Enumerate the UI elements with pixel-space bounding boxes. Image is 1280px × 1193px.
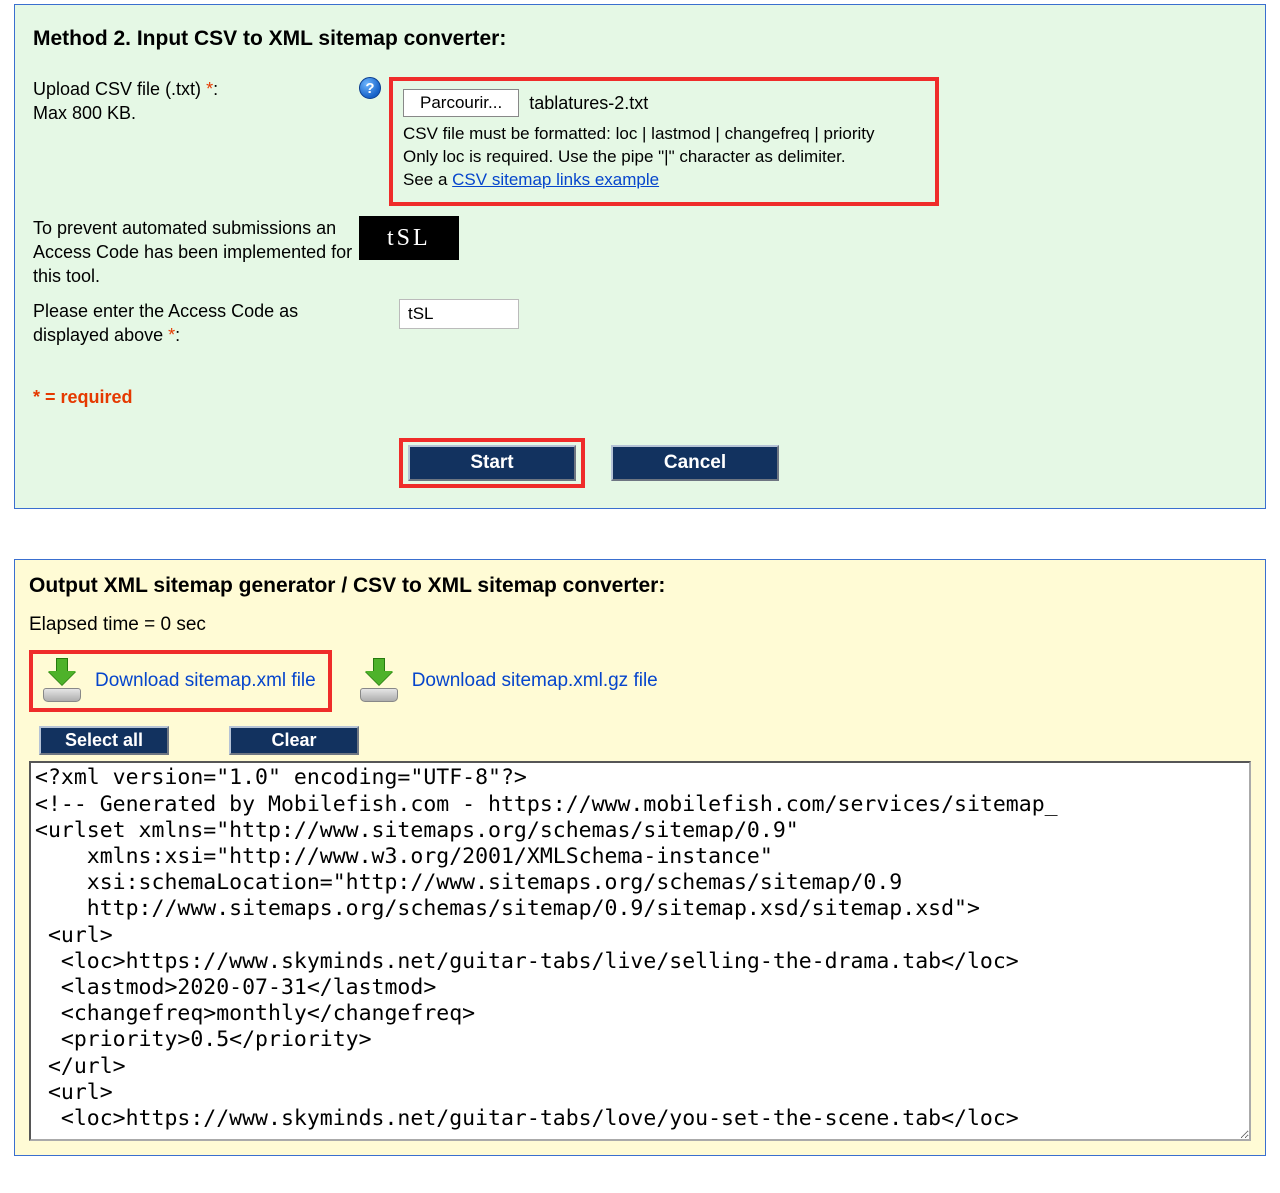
csv-example-link[interactable]: CSV sitemap links example xyxy=(452,170,659,189)
method2-panel: Method 2. Input CSV to XML sitemap conve… xyxy=(14,4,1266,509)
download-gz-link[interactable]: Download sitemap.xml.gz file xyxy=(412,670,658,692)
csv-hint: CSV file must be formatted: loc | lastmo… xyxy=(403,123,925,192)
hint-line2: Only loc is required. Use the pipe "|" c… xyxy=(403,147,846,166)
download-xml-highlight: Download sitemap.xml file xyxy=(29,650,332,712)
required-legend: * = required xyxy=(33,387,359,408)
access-code-label: Please enter the Access Code as displaye… xyxy=(33,299,359,348)
captcha-explain: To prevent automated submissions an Acce… xyxy=(33,216,359,289)
output-title: Output XML sitemap generator / CSV to XM… xyxy=(29,574,1251,598)
help-icon[interactable]: ? xyxy=(359,77,381,99)
upload-row: Upload CSV file (.txt) *: Max 800 KB. ? … xyxy=(33,77,1249,206)
hint-see-a: See a xyxy=(403,170,452,189)
output-panel: Output XML sitemap generator / CSV to XM… xyxy=(14,559,1266,1156)
clear-button[interactable]: Clear xyxy=(229,726,359,755)
access-code-input[interactable] xyxy=(399,299,519,329)
download-xml-link[interactable]: Download sitemap.xml file xyxy=(95,670,316,692)
captcha-row: To prevent automated submissions an Acce… xyxy=(33,216,1249,289)
upload-label-line1: Upload CSV file (.txt) xyxy=(33,79,206,99)
file-picker: Parcourir... tablatures-2.txt xyxy=(403,89,925,117)
xml-output-textarea[interactable]: <?xml version="1.0" encoding="UTF-8"?> <… xyxy=(29,761,1251,1141)
method2-title: Method 2. Input CSV to XML sitemap conve… xyxy=(33,27,1249,51)
upload-colon: : xyxy=(213,79,218,99)
access-colon: : xyxy=(175,325,180,345)
access-prompt: Please enter the Access Code as displaye… xyxy=(33,301,298,345)
download-row: Download sitemap.xml file Download sitem… xyxy=(29,650,1251,712)
upload-label-line2: Max 800 KB. xyxy=(33,103,136,123)
button-row: Start Cancel xyxy=(399,438,1249,488)
selected-file-name: tablatures-2.txt xyxy=(529,93,648,114)
upload-label: Upload CSV file (.txt) *: Max 800 KB. xyxy=(33,77,359,126)
start-highlight-frame: Start xyxy=(399,438,585,488)
elapsed-time: Elapsed time = 0 sec xyxy=(29,614,1251,636)
cancel-button[interactable]: Cancel xyxy=(611,445,779,481)
output-button-bar: Select all Clear xyxy=(39,726,1251,755)
access-code-row: Please enter the Access Code as displaye… xyxy=(33,299,1249,348)
hint-line1: CSV file must be formatted: loc | lastmo… xyxy=(403,124,875,143)
download-icon xyxy=(356,660,402,702)
select-all-button[interactable]: Select all xyxy=(39,726,169,755)
start-button[interactable]: Start xyxy=(408,445,576,481)
browse-button[interactable]: Parcourir... xyxy=(403,89,519,117)
upload-highlight-frame: Parcourir... tablatures-2.txt CSV file m… xyxy=(389,77,939,206)
captcha-image: tSL xyxy=(359,216,459,260)
download-icon xyxy=(39,660,85,702)
